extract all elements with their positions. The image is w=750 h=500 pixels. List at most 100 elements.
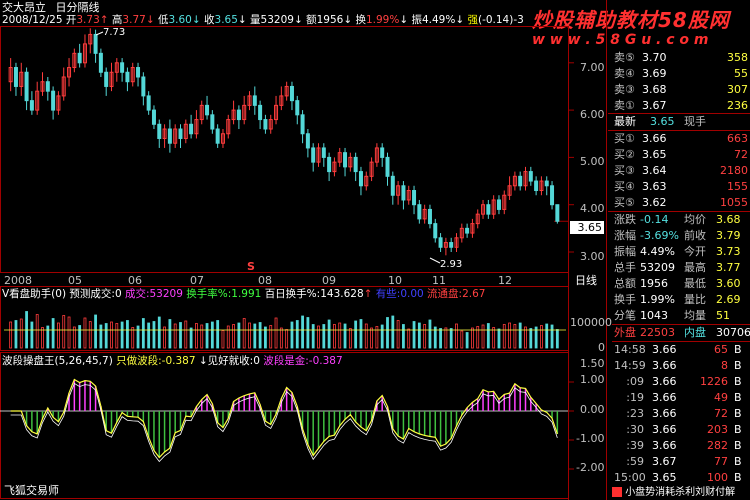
tick-time: :59	[626, 455, 644, 468]
stat-label: 总额	[614, 277, 636, 290]
candle-body	[77, 52, 82, 64]
volume-bar	[391, 315, 395, 349]
stat-label: 均价	[684, 213, 706, 226]
volume-bar	[465, 332, 469, 349]
candle-body	[417, 204, 422, 220]
volume-bar	[311, 324, 315, 349]
volume-bar	[41, 327, 44, 349]
stat-value: 51	[716, 309, 730, 322]
ask-volume: 307	[727, 83, 748, 96]
candle-body	[125, 71, 130, 83]
volume-bar	[232, 324, 235, 349]
current-price-badge: 3.65	[570, 221, 604, 234]
candle-body	[189, 123, 194, 135]
candle-body	[178, 128, 183, 139]
tick-volume: 100	[707, 471, 728, 484]
volume-bar	[295, 320, 299, 349]
y-tick: 3.00	[580, 250, 605, 263]
candle-body	[343, 152, 348, 168]
ask-label: 卖①	[614, 99, 635, 112]
volume-bar	[396, 320, 400, 349]
volume-text: 成交:53209	[124, 288, 183, 300]
candle-body	[98, 52, 103, 73]
stat-row: 分笔 1043 均量 51	[612, 308, 750, 324]
candle-body	[555, 204, 560, 222]
volume-bar	[518, 322, 522, 349]
tick-row: :19 3.66 49 B	[612, 390, 750, 406]
stat-value: 4.49%	[640, 245, 675, 258]
tick-price: 3.67	[652, 455, 677, 468]
forecast-volume: 预测成交:0	[69, 288, 122, 300]
bid-price: 3.66	[642, 132, 667, 145]
wave-line3: 波段是金:-0.387	[263, 355, 343, 367]
candle-body	[449, 242, 454, 248]
wave-line1: 只做波段:-0.387	[116, 355, 196, 367]
x-tick: 06	[128, 274, 142, 287]
candle-body	[544, 180, 549, 187]
bid-label: 买①	[614, 132, 635, 145]
tick-time: 15:00	[614, 471, 646, 484]
tick-price: 3.66	[652, 423, 677, 436]
tick-row: :39 3.66 282 B	[612, 438, 750, 454]
volume-bar	[221, 330, 225, 349]
volume-bar	[301, 315, 304, 349]
volume-bar	[189, 327, 193, 349]
volume-bar	[460, 330, 464, 349]
ask-price: 3.69	[642, 67, 667, 80]
volume-bar	[274, 317, 278, 349]
outer-value: 22503	[640, 326, 675, 339]
volume-bar	[317, 325, 320, 349]
latest-label: 最新	[614, 115, 636, 128]
bid-label: 买②	[614, 148, 635, 161]
volume-y-tick: 100000	[570, 316, 612, 329]
stat-label: 振幅	[614, 245, 636, 258]
volume-bar	[57, 322, 60, 349]
bid-volume: 2180	[720, 164, 748, 177]
stat-label: 换手	[614, 293, 636, 306]
tick-row: 14:59 3.66 8 B	[612, 358, 750, 374]
tick-volume: 65	[714, 343, 728, 356]
volume-bar	[205, 323, 209, 349]
volume-bar	[540, 325, 543, 349]
candle-body	[327, 156, 332, 173]
candle-body	[13, 67, 18, 87]
candle-body	[146, 95, 151, 111]
volume-bar	[529, 328, 533, 349]
candle-body	[29, 100, 34, 111]
candle-body	[51, 90, 56, 111]
wave-panel-header: 波段操盘王(5,26,45,7) 只做波段:-0.387 ↓见好就收:0 波段是…	[2, 355, 343, 368]
wave-panel-frame	[0, 352, 569, 499]
candle-body	[412, 190, 417, 206]
volume-bar	[78, 325, 82, 349]
volume-bar	[402, 324, 405, 349]
volume-bar	[370, 327, 373, 349]
low-annotation: 2.93	[440, 259, 463, 270]
tick-side: B	[734, 343, 742, 356]
tick-volume: 1226	[700, 375, 728, 388]
volume-bar	[237, 322, 241, 349]
tick-side: B	[734, 471, 742, 484]
tick-side: B	[734, 375, 742, 388]
volume-bar	[412, 321, 416, 349]
volume-bar	[157, 316, 161, 349]
stat-value: 3.60	[716, 277, 741, 290]
x-axis-label: 日线	[575, 274, 597, 287]
volume-bar	[14, 320, 18, 349]
volume-bar	[83, 317, 87, 349]
tick-row: 14:58 3.66 65 B	[612, 342, 750, 358]
volume-bar	[110, 321, 113, 349]
stat-label: 最高	[684, 261, 706, 274]
app-footer: 飞狐交易师	[4, 484, 59, 497]
volume-bar	[359, 319, 363, 349]
candle-body	[289, 85, 294, 102]
volume-bar	[94, 314, 97, 349]
latest-price: 3.65	[650, 115, 675, 128]
x-tick: 07	[190, 274, 204, 287]
tick-price: 3.66	[652, 359, 677, 372]
stat-value: 3.68	[716, 213, 741, 226]
outer-label: 外盘	[614, 326, 636, 339]
volume-bar	[343, 323, 347, 349]
tick-volume: 8	[721, 359, 728, 372]
candle-body	[300, 114, 305, 135]
x-tick: 05	[68, 274, 82, 287]
